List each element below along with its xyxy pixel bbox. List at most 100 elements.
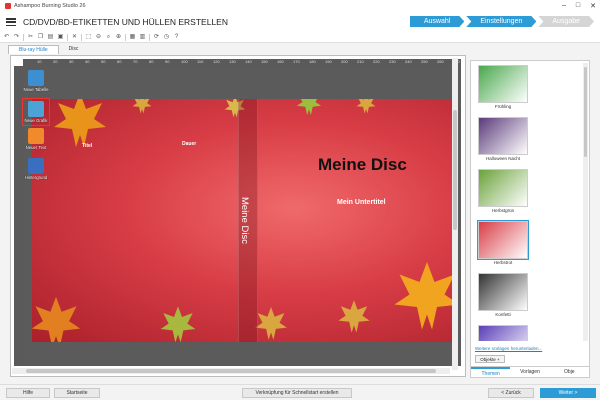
- template-item[interactable]: [474, 323, 584, 341]
- template-preview: [478, 325, 528, 341]
- vertical-scrollbar[interactable]: [452, 58, 458, 370]
- minimize-icon[interactable]: –: [562, 2, 566, 10]
- close-icon[interactable]: ✕: [590, 2, 596, 10]
- create-shortcut-button[interactable]: Verknüpfung für Schnellstart erstellen: [242, 388, 352, 398]
- grid-icon[interactable]: ▦: [129, 34, 136, 41]
- zoom-in-icon[interactable]: ⊕: [115, 34, 122, 41]
- ruler-tick-label: 250: [421, 59, 428, 64]
- new-graphic-tool[interactable]: Neue Grafik: [22, 98, 50, 126]
- disc-subtitle[interactable]: Mein Untertitel: [337, 199, 386, 206]
- image-icon: [28, 101, 44, 117]
- next-button[interactable]: Weiter >: [540, 388, 596, 398]
- start-page-button[interactable]: Startseite: [54, 388, 100, 398]
- zoom-icon[interactable]: ⌕: [105, 34, 112, 41]
- tab-templates[interactable]: Vorlagen: [510, 367, 549, 377]
- toolbar: ↶ ↷ ✂ ❐ ▤ ▣ ✕ ⬚ ⊖ ⌕ ⊕ ▦ ▥ ⟳ ◷ ?: [0, 32, 600, 43]
- maple-leaf-icon: [255, 307, 287, 340]
- ruler-tick-label: 140: [245, 59, 252, 64]
- template-preview: [477, 220, 529, 260]
- toolbar-divider: [149, 33, 150, 41]
- menu-icon[interactable]: [6, 18, 16, 26]
- template-item[interactable]: Frühling: [474, 63, 584, 113]
- toolbar-divider: [67, 33, 68, 41]
- wizard-steps: Auswahl Einstellungen Ausgabe: [410, 16, 596, 27]
- horizontal-scrollbar[interactable]: [12, 368, 450, 374]
- template-list: Frühling Halloween Nacht Herbstgrün Herb…: [474, 63, 584, 341]
- maple-leaf-icon: [54, 99, 106, 147]
- back-title-label[interactable]: Titel: [82, 143, 92, 149]
- tab-themes[interactable]: Themen: [471, 367, 511, 377]
- toolbar-divider: [125, 33, 126, 41]
- template-preview: [478, 117, 528, 155]
- step-einstellungen[interactable]: Einstellungen: [466, 16, 536, 27]
- spine-text[interactable]: Meine Disc: [239, 197, 250, 244]
- tab-objects[interactable]: Obje: [550, 367, 589, 377]
- fit-icon[interactable]: ⬚: [85, 34, 92, 41]
- template-item[interactable]: Herbstgrün: [474, 167, 584, 217]
- disc-title[interactable]: Meine Disc: [318, 155, 407, 175]
- text-icon: [28, 128, 44, 144]
- timer-icon[interactable]: ◷: [163, 34, 170, 41]
- toolbar-divider: [23, 33, 24, 41]
- new-text-tool[interactable]: Neuer Text: [22, 128, 50, 156]
- ruler-tick-label: 100: [181, 59, 188, 64]
- template-item[interactable]: Halloween Nacht: [474, 115, 584, 165]
- template-preview: [478, 169, 528, 207]
- template-item-selected[interactable]: Herbstrot: [474, 219, 584, 269]
- ruler-tick-label: 200: [341, 59, 348, 64]
- back-duration-label[interactable]: Dauer: [182, 141, 196, 147]
- step-ausgabe[interactable]: Ausgabe: [538, 16, 594, 27]
- cut-icon[interactable]: ✂: [27, 34, 34, 41]
- ruler-tick-label: 220: [373, 59, 380, 64]
- ruler-tick-label: 90: [165, 59, 170, 64]
- more-templates-link[interactable]: Weitere Vorlagen herunterladen...: [475, 346, 542, 351]
- window-title: Ashampoo Burning Studio 26: [14, 3, 86, 9]
- ruler-tick-label: 60: [117, 59, 122, 64]
- objects-button[interactable]: Objekte +: [475, 355, 505, 363]
- page-title: CD/DVD/BD-ETIKETTEN UND HÜLLEN ERSTELLEN: [23, 17, 228, 27]
- template-item[interactable]: Konfetti: [474, 271, 584, 321]
- design-canvas[interactable]: Meine Disc Titel Dauer Meine Disc Mein U…: [23, 66, 461, 366]
- ruler-tick-label: 120: [213, 59, 220, 64]
- new-table-tool[interactable]: Neue Tabelle: [22, 70, 50, 98]
- redo-icon[interactable]: ↷: [13, 34, 20, 41]
- delete-icon[interactable]: ✕: [71, 34, 78, 41]
- ruler-tick-label: 150: [261, 59, 268, 64]
- help-button[interactable]: Hilfe: [6, 388, 50, 398]
- align-icon[interactable]: ▥: [139, 34, 146, 41]
- maximize-icon[interactable]: □: [576, 2, 580, 10]
- cover-artwork[interactable]: Meine Disc Titel Dauer Meine Disc Mein U…: [32, 99, 454, 342]
- maple-leaf-icon: [356, 99, 376, 114]
- rotate-icon[interactable]: ⟳: [153, 34, 160, 41]
- help-icon[interactable]: ?: [173, 34, 180, 41]
- copy-icon[interactable]: ❐: [37, 34, 44, 41]
- zoom-out-icon[interactable]: ⊖: [95, 34, 102, 41]
- tab-bluray-cover[interactable]: Blu-ray Hülle: [8, 45, 59, 54]
- toolbar-divider: [81, 33, 82, 41]
- scrollbar-thumb[interactable]: [584, 67, 587, 157]
- back-button[interactable]: < Zurück: [488, 388, 534, 398]
- paste-icon[interactable]: ▤: [47, 34, 54, 41]
- duplicate-icon[interactable]: ▣: [57, 34, 64, 41]
- ruler-tick-label: 70: [133, 59, 138, 64]
- maple-leaf-icon: [132, 99, 152, 114]
- background-tool[interactable]: Hintergrund: [22, 158, 50, 186]
- step-auswahl[interactable]: Auswahl: [410, 16, 464, 27]
- ruler-tick-label: 30: [69, 59, 74, 64]
- template-preview: [478, 65, 528, 103]
- ruler-top: 10 20 30 40 50 60 70 80 90 100 110 120 130 140 150 160 1…: [23, 59, 461, 66]
- ruler-tick-label: 230: [389, 59, 396, 64]
- ruler-tick-label: 160: [277, 59, 284, 64]
- ruler-tick-label: 180: [309, 59, 316, 64]
- tab-disc[interactable]: Disc: [59, 45, 89, 54]
- maple-leaf-icon: [394, 262, 454, 330]
- background-icon: [28, 158, 44, 174]
- ruler-tick-label: 50: [101, 59, 106, 64]
- ruler-tick-label: 190: [325, 59, 332, 64]
- template-scrollbar[interactable]: [583, 63, 588, 341]
- undo-icon[interactable]: ↶: [3, 34, 10, 41]
- maple-leaf-icon: [338, 300, 370, 333]
- scrollbar-thumb[interactable]: [453, 110, 457, 230]
- ruler-tick-label: 40: [85, 59, 90, 64]
- scrollbar-thumb[interactable]: [26, 369, 436, 373]
